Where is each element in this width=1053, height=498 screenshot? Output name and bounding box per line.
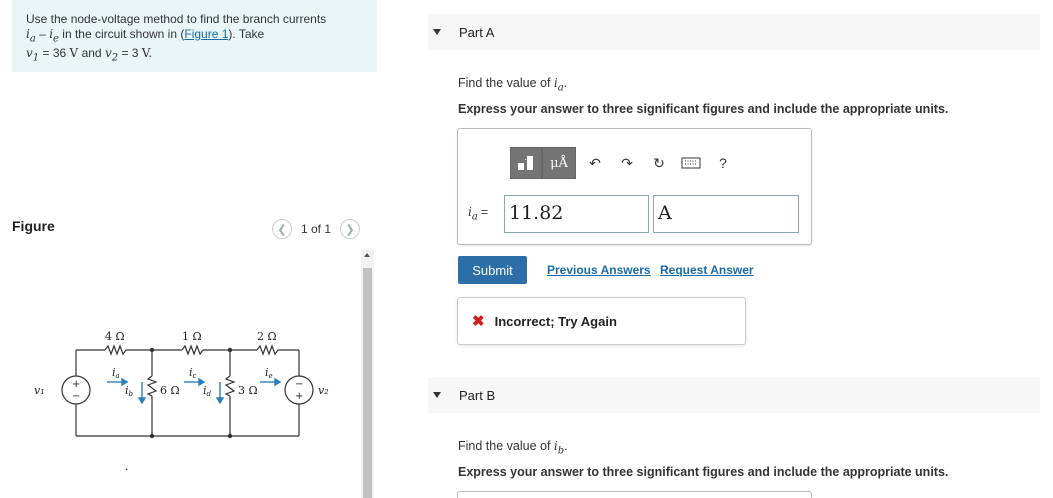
part-b-label: Part B bbox=[459, 387, 496, 403]
request-answer-link[interactable]: Request Answer bbox=[660, 263, 754, 277]
plus-v1: + bbox=[72, 379, 80, 390]
feedback-text: Incorrect; Try Again bbox=[494, 313, 617, 329]
label-v1: v₁ bbox=[34, 384, 45, 397]
label-ib: ib bbox=[125, 384, 134, 398]
problem-statement: Use the node-voltage method to find the … bbox=[12, 0, 377, 72]
var-v1: v1 bbox=[26, 46, 40, 64]
label-r1: 4 Ω bbox=[105, 330, 125, 343]
minus-v2: − bbox=[295, 379, 303, 390]
var-ie: ie bbox=[49, 27, 59, 45]
scroll-up-icon[interactable] bbox=[364, 253, 370, 257]
part-b-answer-box bbox=[457, 491, 812, 498]
chevron-right-icon[interactable]: ❯ bbox=[340, 219, 361, 239]
problem-text-3: ). Take bbox=[228, 27, 265, 41]
resistor-r3 bbox=[256, 344, 279, 356]
figure-scrollbar[interactable] bbox=[361, 250, 374, 498]
label-r5: 3 Ω bbox=[238, 384, 258, 397]
redo-icon[interactable]: ↷ bbox=[614, 147, 640, 179]
answer-row: ia = 11.82 A bbox=[468, 195, 799, 233]
resistor-r4 bbox=[146, 375, 158, 397]
problem-text-1: Use the node-voltage method to find the … bbox=[26, 12, 327, 26]
label-v2: v₂ bbox=[318, 384, 329, 397]
reset-icon[interactable]: ↻ bbox=[646, 147, 672, 179]
help-icon[interactable]: ? bbox=[710, 147, 736, 179]
svg-text:.: . bbox=[125, 462, 128, 473]
answer-box: μÅ ↶ ↷ ↻ ? ia = 11.82 A bbox=[457, 128, 812, 245]
v2-unit: V. bbox=[141, 46, 153, 61]
collapse-triangle-icon bbox=[433, 392, 441, 398]
part-a-question: Find the value of ia. bbox=[458, 76, 568, 94]
chevron-left-icon[interactable]: ❮ bbox=[272, 219, 292, 239]
resistor-r1 bbox=[104, 344, 127, 356]
answer-value-input[interactable]: 11.82 bbox=[504, 195, 649, 233]
collapse-triangle-icon bbox=[433, 29, 441, 35]
template-icon[interactable] bbox=[510, 147, 542, 179]
circuit-diagram: 4 Ω 1 Ω 2 Ω 6 Ω 3 Ω ia ic ie ib id v₁ v₂… bbox=[34, 330, 329, 473]
part-b-question: Find the value of ib. bbox=[458, 439, 568, 457]
answer-unit-input[interactable]: A bbox=[653, 195, 799, 233]
incorrect-x-icon: ✖ bbox=[472, 313, 485, 330]
figure-counter: 1 of 1 bbox=[301, 222, 332, 236]
v2-value: = 3 bbox=[121, 46, 139, 61]
v1-value: = 36 bbox=[42, 46, 67, 61]
submit-button[interactable]: Submit bbox=[458, 256, 527, 284]
math-toolbar: μÅ ↶ ↷ ↻ ? bbox=[510, 147, 736, 179]
problem-text-2: in the circuit shown in ( bbox=[62, 27, 185, 41]
previous-answers-link[interactable]: Previous Answers bbox=[547, 263, 651, 277]
undo-icon[interactable]: ↶ bbox=[582, 147, 608, 179]
keyboard-icon[interactable] bbox=[678, 147, 704, 179]
label-ic: ic bbox=[189, 366, 197, 380]
v1-unit: V bbox=[69, 46, 79, 61]
part-a-instruction: Express your answer to three significant… bbox=[458, 102, 949, 116]
resistor-r2 bbox=[181, 344, 204, 356]
label-r3: 2 Ω bbox=[257, 330, 277, 343]
part-a-header[interactable]: Part A bbox=[428, 14, 1040, 50]
minus-v1: − bbox=[72, 391, 80, 402]
dash: – bbox=[39, 27, 46, 41]
var-ia: ia bbox=[26, 27, 36, 45]
part-b-header[interactable]: Part B bbox=[428, 377, 1040, 413]
figure-link[interactable]: Figure 1 bbox=[184, 27, 228, 41]
plus-v2: + bbox=[295, 391, 303, 402]
label-ie: ie bbox=[265, 366, 273, 380]
part-a-label: Part A bbox=[459, 24, 495, 40]
figure-title: Figure bbox=[12, 218, 55, 234]
label-r4: 6 Ω bbox=[160, 384, 180, 397]
feedback-box: ✖ Incorrect; Try Again bbox=[457, 297, 746, 345]
var-v2: v2 bbox=[104, 46, 119, 64]
and-text: and bbox=[81, 46, 102, 61]
answer-label: ia = bbox=[468, 205, 489, 223]
label-id: id bbox=[203, 384, 212, 398]
label-ia: ia bbox=[112, 366, 120, 380]
scrollbar-thumb[interactable] bbox=[363, 268, 372, 498]
figure-navigation: ❮ 1 of 1 ❯ bbox=[272, 219, 361, 239]
circuit-figure: 4 Ω 1 Ω 2 Ω 6 Ω 3 Ω ia ic ie ib id v₁ v₂… bbox=[12, 248, 372, 498]
units-button[interactable]: μÅ bbox=[542, 147, 576, 179]
label-r2: 1 Ω bbox=[182, 330, 202, 343]
resistor-r5 bbox=[224, 375, 236, 397]
part-b-instruction: Express your answer to three significant… bbox=[458, 465, 949, 479]
